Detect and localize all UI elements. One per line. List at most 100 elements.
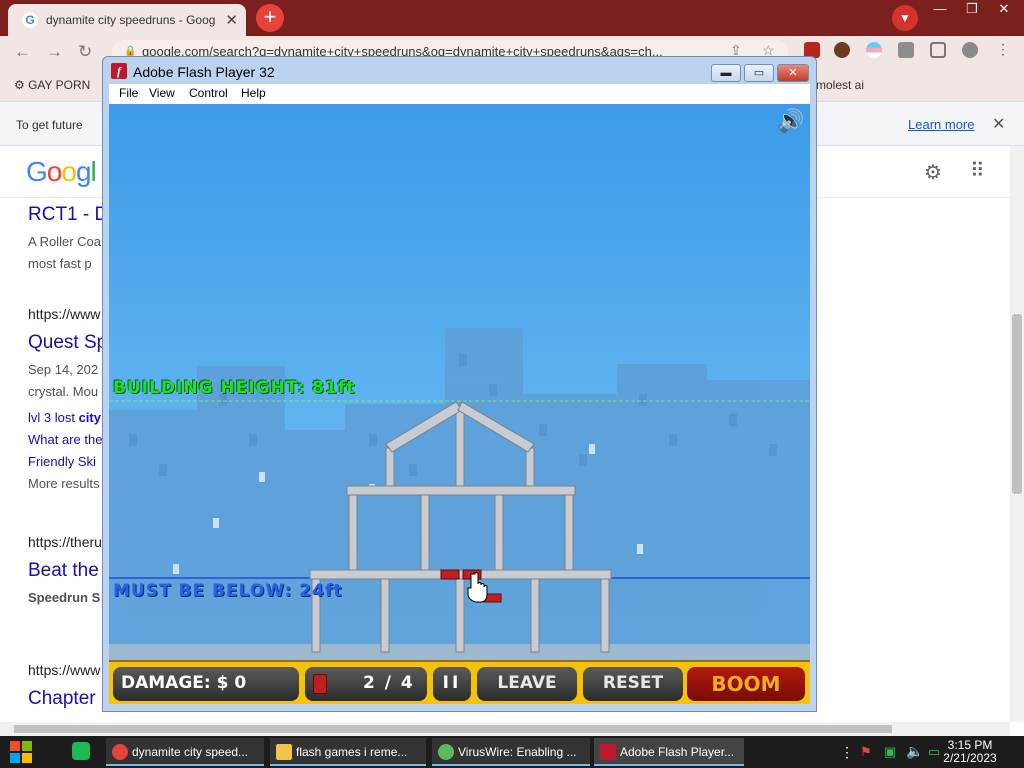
flash-titlebar[interactable]: f Adobe Flash Player 32 ▬ ▭ ✕ xyxy=(103,57,816,85)
leave-button[interactable]: LEAVE xyxy=(477,667,577,701)
damage-counter: DAMAGE: $ 0 xyxy=(113,667,299,701)
result-url[interactable]: https://theru xyxy=(28,534,102,550)
result-sublink[interactable]: lvl 3 lost city xyxy=(28,410,101,425)
result-title[interactable]: RCT1 - D xyxy=(28,204,108,226)
sidepanel-icon[interactable] xyxy=(930,42,946,58)
pause-button[interactable]: II xyxy=(433,667,471,701)
flash-minimize-button[interactable]: ▬ xyxy=(711,64,741,82)
menu-help[interactable]: Help xyxy=(241,86,266,100)
google-logo[interactable]: Googl xyxy=(26,156,97,188)
new-tab-button[interactable]: + xyxy=(256,4,284,32)
bookmark-folder-icon: ⚙ xyxy=(14,78,29,92)
windows-start-icon[interactable] xyxy=(10,741,32,763)
back-arrow-icon[interactable]: ← xyxy=(14,42,31,62)
browser-tab-active[interactable]: G dynamite city speedruns - Goog ✕ xyxy=(8,4,246,36)
taskbar-folder-window[interactable]: flash games i reme... xyxy=(270,738,426,766)
result-sublink[interactable]: Friendly Ski xyxy=(28,454,96,469)
flash-window-title: Adobe Flash Player 32 xyxy=(133,64,275,80)
boom-button[interactable]: BOOM xyxy=(687,667,805,701)
viruswire-icon xyxy=(438,744,454,760)
dynamite-count: 2 / 4 xyxy=(363,673,415,693)
result-snippet: crystal. Mou xyxy=(28,384,99,399)
result-snippet: most fast p xyxy=(28,256,92,271)
tab-title: dynamite city speedruns - Goog xyxy=(46,13,216,27)
reset-button[interactable]: RESET xyxy=(583,667,683,701)
must-be-below-label: MUST BE BELOW: 24ft xyxy=(113,581,343,601)
sublink-bold: city xyxy=(78,410,101,425)
logo-letter: o xyxy=(61,156,77,187)
chrome-restore-button[interactable]: ❐ xyxy=(956,0,988,20)
result-title[interactable]: Chapter xyxy=(28,688,96,710)
chrome-icon xyxy=(112,744,128,760)
info-bar-close-icon[interactable]: ✕ xyxy=(992,114,1005,134)
taskbar-label: dynamite city speed... xyxy=(132,745,249,759)
chrome-minimize-button[interactable]: — xyxy=(924,0,956,20)
taskbar-label: VirusWire: Enabling ... xyxy=(458,745,577,759)
horizontal-scrollbar[interactable] xyxy=(0,722,1010,736)
pinned-app-icon[interactable] xyxy=(72,742,90,760)
more-results-link[interactable]: More results xyxy=(28,476,100,491)
bookmark-label: GAY PORN xyxy=(28,78,91,92)
dynamite-icon xyxy=(313,674,327,694)
result-title[interactable]: Beat the xyxy=(28,560,99,582)
tab-search-chevron-icon[interactable]: ▼ xyxy=(892,5,918,31)
chrome-close-button[interactable]: ✕ xyxy=(988,0,1020,20)
sound-speaker-icon[interactable]: 🔊 xyxy=(777,108,804,134)
flash-icon xyxy=(600,744,616,760)
google-favicon-icon: G xyxy=(22,12,38,28)
flash-maximize-button[interactable]: ▭ xyxy=(744,64,774,82)
google-apps-grid-icon[interactable]: ⠿ xyxy=(970,158,985,183)
taskbar-label: Adobe Flash Player... xyxy=(620,745,735,759)
reload-icon[interactable]: ↻ xyxy=(78,42,92,62)
taskbar-chrome-window[interactable]: dynamite city speed... xyxy=(106,738,264,766)
learn-more-link[interactable]: Learn more xyxy=(908,117,974,132)
menu-view[interactable]: View xyxy=(149,86,175,100)
result-title[interactable]: Quest Sp xyxy=(28,332,107,354)
info-message: To get future xyxy=(16,118,83,132)
network-icon[interactable]: ▣ xyxy=(884,744,896,760)
result-url[interactable]: https://www xyxy=(28,662,100,678)
taskbar-label: flash games i reme... xyxy=(296,745,408,759)
menu-control[interactable]: Control xyxy=(189,86,228,100)
game-hud-bar: DAMAGE: $ 0 2 / 4 II LEAVE RESET BOOM xyxy=(109,660,810,704)
flag-icon[interactable]: ⚑ xyxy=(860,744,872,760)
puzzle-extensions-icon[interactable] xyxy=(898,42,914,58)
sublink-text: lvl 3 lost xyxy=(28,410,79,425)
logo-letter: l xyxy=(90,156,97,187)
chrome-menu-icon[interactable]: ⋮ xyxy=(996,42,1012,58)
dynamite-counter: 2 / 4 xyxy=(305,667,427,701)
bookmark-item[interactable]: molest ai xyxy=(816,78,864,92)
result-snippet: A Roller Coa xyxy=(28,234,101,249)
flash-app-icon: f xyxy=(111,63,127,79)
logo-letter: o xyxy=(46,156,63,187)
clock-date: 2/21/2023 xyxy=(943,751,997,765)
chrome-tab-bar: G dynamite city speedruns - Goog ✕ + ▼ —… xyxy=(0,0,1024,36)
bookmark-item[interactable]: ⚙ GAY PORN xyxy=(14,78,90,92)
tab-close-icon[interactable]: ✕ xyxy=(225,11,238,29)
result-sublink[interactable]: What are the xyxy=(28,432,102,447)
logo-letter: G xyxy=(26,156,48,187)
avatar-extension-icon[interactable] xyxy=(834,42,850,58)
scrollbar-thumb[interactable] xyxy=(14,725,892,733)
tray-overflow-icon[interactable]: ⋮ xyxy=(840,744,854,761)
result-snippet: Speedrun S xyxy=(28,590,101,605)
flag-extension-icon[interactable] xyxy=(866,42,882,58)
folder-icon xyxy=(276,744,292,760)
game-stage[interactable]: 🔊 BUILDING HEIGHT: 81ft MUST BE BELOW: 2… xyxy=(109,104,810,704)
result-date: Sep 14, 202 xyxy=(28,362,99,377)
taskbar-viruswire-window[interactable]: VirusWire: Enabling ... xyxy=(432,738,590,766)
settings-gear-icon[interactable]: ⚙ xyxy=(924,160,942,185)
taskbar-clock[interactable]: 3:15 PM 2/21/2023 xyxy=(930,739,1010,765)
forward-arrow-icon[interactable]: → xyxy=(46,42,63,62)
profile-avatar-icon[interactable] xyxy=(962,42,978,58)
flash-close-button[interactable]: ✕ xyxy=(777,64,809,82)
taskbar-flash-window[interactable]: Adobe Flash Player... xyxy=(594,738,744,766)
logo-letter: g xyxy=(75,156,92,187)
volume-icon[interactable]: 🔈 xyxy=(906,743,923,760)
flash-menubar: File View Control Help xyxy=(109,84,810,104)
flash-player-window: f Adobe Flash Player 32 ▬ ▭ ✕ File View … xyxy=(102,56,817,712)
vertical-scrollbar[interactable] xyxy=(1010,146,1024,722)
result-url[interactable]: https://www xyxy=(28,306,100,322)
menu-file[interactable]: File xyxy=(119,86,138,100)
scrollbar-thumb[interactable] xyxy=(1012,314,1022,494)
